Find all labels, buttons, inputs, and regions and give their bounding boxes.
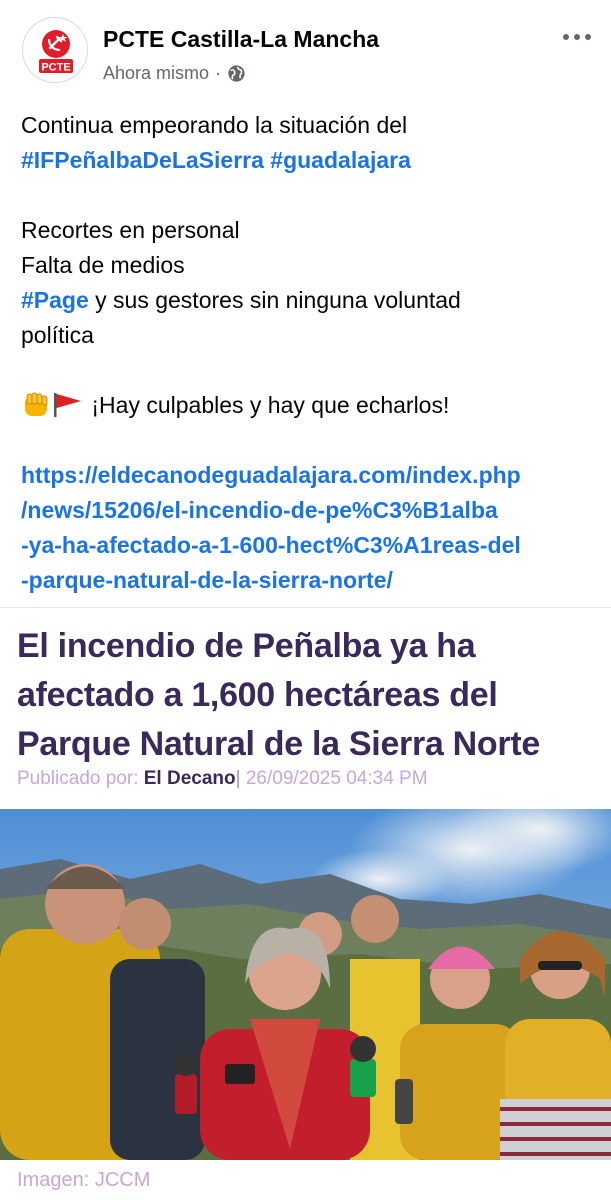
pcte-logo-icon: PCTE (23, 18, 87, 82)
post-line-7: ¡Hay culpables y hay que echarlos! (21, 388, 601, 423)
post-header: PCTE PCTE Castilla-La Mancha Ahora mismo… (0, 0, 611, 100)
article-link-line-2[interactable]: /news/15206/el-incendio-de-pe%C3%B1alba (21, 493, 601, 528)
meta-dot: · (215, 63, 222, 83)
post-line-3: Recortes en personal (21, 217, 240, 243)
headline-line: El incendio de Peñalba ya ha (17, 627, 476, 665)
article-link-line-1[interactable]: https://eldecanodeguadalajara.com/index.… (21, 458, 601, 493)
post-line-7-text: ¡Hay culpables y hay que echarlos! (91, 392, 450, 418)
post-line-5-text: y sus gestores sin ninguna voluntad (88, 287, 461, 313)
post-line-1: Continua empeorando la situación del (21, 112, 408, 138)
page-name-link[interactable]: PCTE Castilla-La Mancha (103, 26, 379, 53)
more-dots-icon (563, 34, 569, 40)
post-line-2: #IFPeñalbaDeLaSierra #guadalajara (21, 143, 601, 178)
post-meta: Ahora mismo · (103, 63, 246, 84)
article-author: El Decano (143, 768, 236, 789)
globe-icon[interactable] (227, 64, 246, 83)
post-line-4: Falta de medios (21, 252, 185, 278)
published-by-label: Publicado por: (17, 768, 139, 789)
page-avatar[interactable]: PCTE (22, 17, 88, 83)
red-flag-icon (54, 393, 81, 417)
avatar-text: PCTE (41, 62, 70, 74)
article-byline: Publicado por: El Decano| 26/09/2025 04:… (17, 768, 428, 790)
post-line-6: política (21, 322, 94, 348)
headline-line: Parque Natural de la Sierra Norte (17, 725, 540, 763)
article-date: 26/09/2025 04:34 PM (245, 768, 428, 789)
image-credit: Imagen: JCCM (17, 1169, 151, 1191)
headline-line: afectado a 1,600 hectáreas del (17, 676, 498, 714)
post-body: Continua empeorando la situación del #IF… (21, 108, 601, 598)
post-timestamp[interactable]: Ahora mismo (103, 63, 209, 84)
article-headline: El incendio de Peñalba ya ha afectado a … (17, 622, 602, 769)
hashtag-guadalajara[interactable]: #guadalajara (270, 147, 411, 173)
article-link-line-3[interactable]: -ya-ha-afectado-a-1-600-hect%C3%A1reas-d… (21, 528, 601, 563)
post-line-5: #Page y sus gestores sin ninguna volunta… (21, 283, 601, 318)
more-options-button[interactable] (559, 28, 595, 46)
hashtag-page[interactable]: #Page (21, 287, 89, 313)
press-conference-photo (0, 809, 611, 1160)
hashtag-ifpenalba[interactable]: #IFPeñalbaDeLaSierra (21, 147, 264, 173)
raised-fist-icon (25, 392, 48, 416)
link-preview-card[interactable]: El incendio de Peñalba ya ha afectado a … (0, 607, 611, 1200)
article-photo (0, 809, 611, 1160)
byline-separator: | (235, 768, 241, 789)
article-link-line-4[interactable]: -parque-natural-de-la-sierra-norte/ (21, 563, 601, 598)
